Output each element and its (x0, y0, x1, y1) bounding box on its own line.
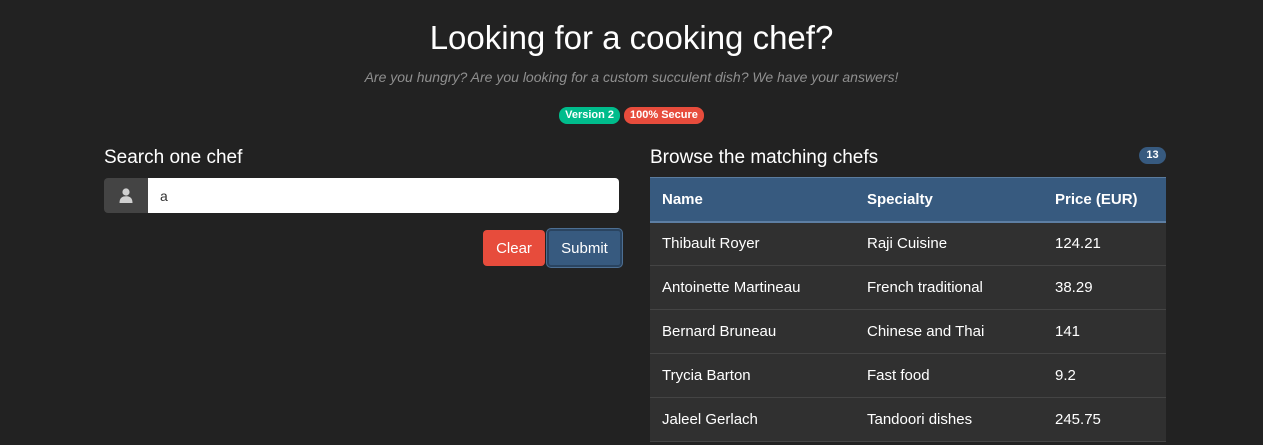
search-input-group (104, 178, 619, 213)
cell-name: Jaleel Gerlach (650, 397, 855, 442)
cell-name: Thibault Royer (650, 221, 855, 266)
chefs-table-container: Name Specialty Price (EUR) Thibault Roye… (650, 177, 1166, 442)
table-row[interactable]: Jaleel Gerlach Tandoori dishes 245.75 (650, 397, 1166, 442)
user-icon (104, 178, 148, 213)
table-row[interactable]: Bernard Bruneau Chinese and Thai 141 (650, 309, 1166, 354)
page: Looking for a cooking chef? Are you hung… (0, 0, 1263, 445)
cell-price: 9.2 (1043, 353, 1166, 398)
column-header-name: Name (650, 177, 855, 223)
secure-badge: 100% Secure (624, 107, 704, 124)
cell-name: Bernard Bruneau (650, 309, 855, 354)
badge-group: Version 2 100% Secure (0, 107, 1263, 124)
column-header-price: Price (EUR) (1043, 177, 1166, 223)
cell-specialty: Fast food (855, 353, 1043, 398)
cell-price: 245.75 (1043, 397, 1166, 442)
table-row[interactable]: Trycia Barton Fast food 9.2 (650, 353, 1166, 398)
table-row[interactable]: Antoinette Martineau French traditional … (650, 265, 1166, 310)
search-heading: Search one chef (104, 147, 243, 168)
cell-specialty: Raji Cuisine (855, 221, 1043, 266)
cell-price: 141 (1043, 309, 1166, 354)
column-header-specialty: Specialty (855, 177, 1043, 223)
version-badge: Version 2 (559, 107, 621, 124)
submit-button[interactable]: Submit (547, 229, 622, 267)
table-header-row: Name Specialty Price (EUR) (650, 177, 1166, 223)
cell-specialty: French traditional (855, 265, 1043, 310)
clear-button[interactable]: Clear (483, 230, 545, 266)
chefs-table: Name Specialty Price (EUR) Thibault Roye… (650, 177, 1166, 442)
page-title: Looking for a cooking chef? (429, 19, 834, 56)
results-heading: Browse the matching chefs (650, 147, 879, 168)
page-subtitle: Are you hungry? Are you looking for a cu… (364, 69, 899, 85)
table-row[interactable]: Thibault Royer Raji Cuisine 124.21 (650, 221, 1166, 266)
results-count-badge: 13 (1139, 147, 1166, 164)
cell-price: 124.21 (1043, 221, 1166, 266)
user-icon-svg (119, 188, 133, 203)
cell-name: Antoinette Martineau (650, 265, 855, 310)
search-input[interactable] (148, 178, 619, 213)
cell-price: 38.29 (1043, 265, 1166, 310)
cell-specialty: Chinese and Thai (855, 309, 1043, 354)
cell-specialty: Tandoori dishes (855, 397, 1043, 442)
cell-name: Trycia Barton (650, 353, 855, 398)
